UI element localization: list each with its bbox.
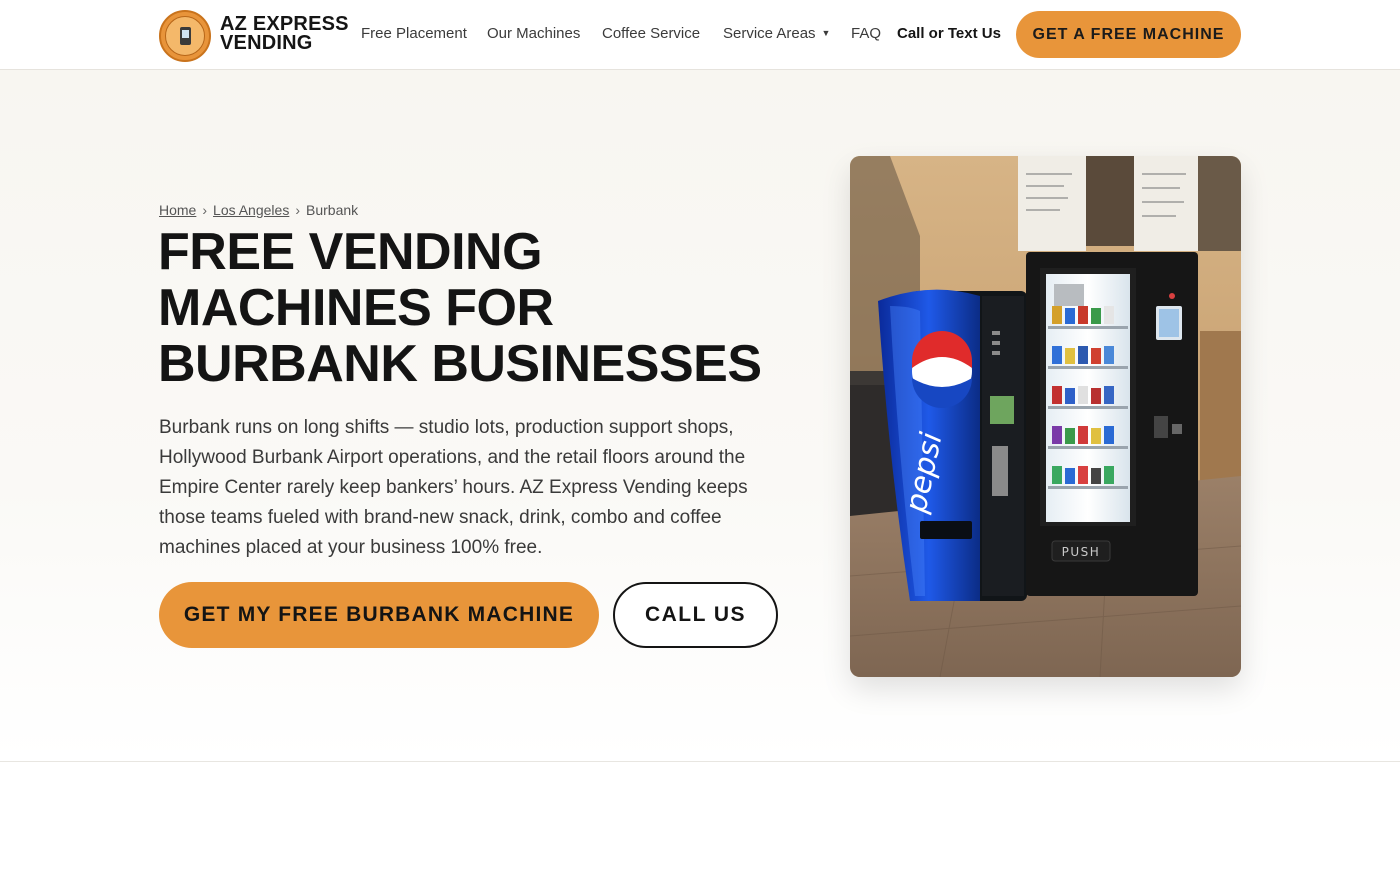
brand-name[interactable]: AZ EXPRESS VENDING [220,14,349,54]
nav-our-machines[interactable]: Our Machines [487,25,580,42]
logo-badge [165,16,205,56]
chevron-down-icon: ▼ [821,28,831,38]
breadcrumb-separator: › [202,202,208,218]
hero-section: Home › Los Angeles › Burbank FREE VENDING MA… [0,70,1400,762]
page-title-line-2: MACHINES FOR [158,279,554,337]
nav-service-areas[interactable]: Service Areas ▼ [723,25,830,42]
nav-service-areas-label: Service Areas [723,25,816,42]
nav-faq[interactable]: FAQ [851,25,881,42]
vending-machines-illustration: pepsi PUSH [850,156,1241,677]
page-title: FREE VENDING MACHINES FOR BURBANK BUSINE… [158,224,798,392]
brand-line-2: VENDING [220,32,313,54]
get-free-machine-button[interactable]: GET A FREE MACHINE [1016,11,1241,58]
site-header: AZ EXPRESS VENDING Free Placement Our Ma… [0,0,1400,70]
page-title-line-1: FREE VENDING [158,223,543,281]
nav-free-placement[interactable]: Free Placement [361,25,467,42]
vending-machines-photo: pepsi PUSH [850,156,1241,677]
nav-coffee-service[interactable]: Coffee Service [602,25,700,42]
page-title-line-3: BURBANK BUSINESSES [158,335,762,393]
vending-machine-icon [179,27,191,45]
get-free-burbank-machine-button[interactable]: GET MY FREE BURBANK MACHINE [159,582,599,648]
breadcrumb-los-angeles-link[interactable]: Los Angeles [213,202,289,218]
nav-call-or-text[interactable]: Call or Text Us [897,25,1001,42]
hero-description: Burbank runs on long shifts — studio lot… [159,417,748,558]
breadcrumb-home-link[interactable]: Home [159,202,196,218]
call-us-button[interactable]: CALL US [613,582,778,648]
breadcrumb: Home › Los Angeles › Burbank [159,202,358,218]
breadcrumb-current: Burbank [306,202,359,218]
breadcrumb-separator: › [295,202,300,218]
push-label: PUSH [1062,545,1101,559]
logo-icon[interactable] [159,10,211,62]
